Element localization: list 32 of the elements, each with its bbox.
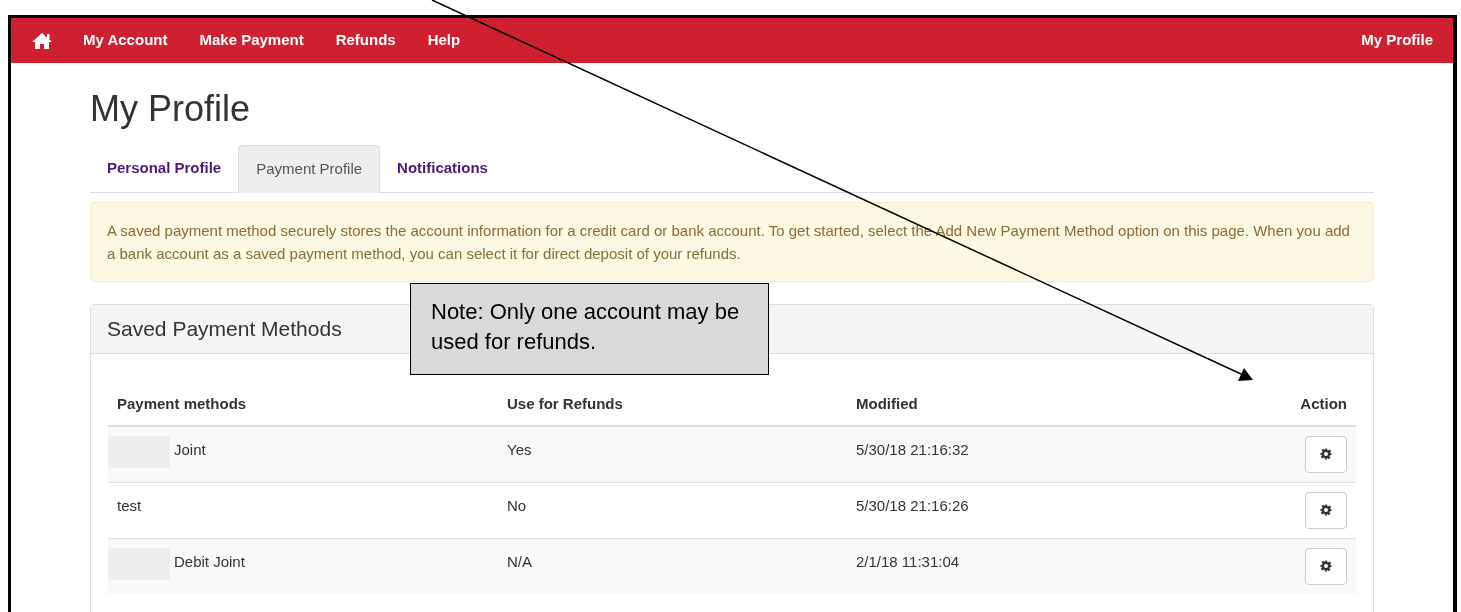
table-cell: 5/30/18 21:16:26 xyxy=(856,496,969,514)
column-header: Use for Refunds xyxy=(498,384,847,426)
tab[interactable]: Notifications xyxy=(380,145,505,192)
table-cell: 5/30/18 21:16:32 xyxy=(856,441,969,458)
table-cell-text: test xyxy=(117,495,142,516)
table-cell: No xyxy=(507,496,527,514)
column-header: Modified xyxy=(847,384,1236,426)
tab[interactable]: Payment Profile xyxy=(238,145,381,193)
table-cell: N/A xyxy=(507,552,532,570)
table-cell: Yes xyxy=(507,441,532,458)
gear-icon xyxy=(1320,448,1332,461)
table-cell-text: Joint xyxy=(174,440,206,460)
settings-button[interactable] xyxy=(1305,491,1347,529)
gear-icon xyxy=(1320,560,1332,573)
page-title: My Profile xyxy=(90,87,252,131)
table-cell-text: Debit Joint xyxy=(174,551,245,572)
nav-link[interactable]: My Profile xyxy=(1361,29,1433,52)
gear-icon xyxy=(1320,504,1332,516)
note-callout: Note: Only one account may be used for refunds. xyxy=(410,283,769,375)
settings-button[interactable] xyxy=(1305,435,1347,473)
table-cell: 2/1/18 11:31:04 xyxy=(856,552,960,570)
settings-button[interactable] xyxy=(1305,547,1347,585)
home-icon[interactable] xyxy=(31,31,53,50)
nav-link[interactable]: Refunds xyxy=(335,29,396,52)
column-header: Action xyxy=(1236,384,1356,426)
nav-link[interactable]: Help xyxy=(427,29,461,52)
nav-link[interactable]: My Account xyxy=(83,29,168,52)
tab[interactable]: Personal Profile xyxy=(90,145,239,192)
nav-link[interactable]: Make Payment xyxy=(199,29,304,52)
column-header: Payment methods xyxy=(108,384,498,426)
panel-title: Saved Payment Methods xyxy=(107,316,342,343)
info-alert: A saved payment method securely stores the account information for a credit card or bank account. To get started, select the Add New Payment Method option on this page. When you add a bank account as a saved payment method, you can select it for direct deposit of your refunds. xyxy=(90,202,1374,282)
